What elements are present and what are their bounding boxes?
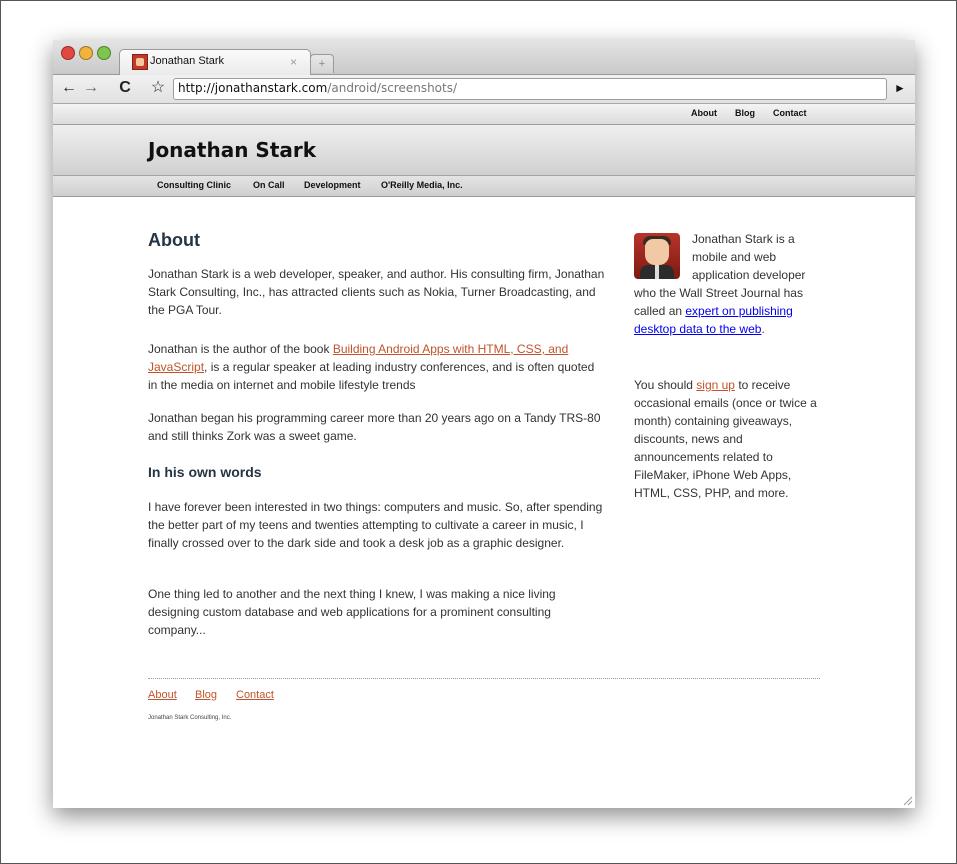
sub-nav: Consulting Clinic On Call Development O'… — [53, 175, 915, 197]
topnav-about-link[interactable]: About — [691, 108, 717, 118]
browser-toolbar: ← → C ☆ http://jonathanstark.com/android… — [53, 75, 915, 104]
footer-about-link[interactable]: About — [148, 689, 177, 701]
about-paragraph-3: Jonathan began his programming career mo… — [148, 411, 601, 443]
about-paragraph-1: Jonathan Stark is a web developer, speak… — [148, 267, 605, 317]
sidebar-bio: Jonathan Stark is a mobile and web appli… — [634, 232, 806, 336]
forward-button[interactable]: → — [80, 77, 102, 99]
topnav-blog-link[interactable]: Blog — [735, 108, 755, 118]
tab-title: Jonathan Stark — [150, 55, 224, 67]
top-nav: About Blog Contact — [53, 104, 915, 125]
about-paragraph-2-lead: Jonathan is the author of the book — [148, 342, 333, 356]
resize-grip-icon[interactable] — [901, 794, 913, 806]
sidebar-signup: You should sign up to receive occasional… — [634, 378, 817, 500]
favicon-icon — [132, 54, 148, 70]
page-menu-button[interactable]: ► — [891, 78, 909, 98]
about-paragraph-2-tail: , is a regular speaker at leading indust… — [148, 360, 595, 392]
browser-tab[interactable]: Jonathan Stark × — [119, 49, 311, 75]
url-host: http://jonathanstark.com — [178, 81, 328, 95]
zoom-window-button[interactable] — [97, 46, 111, 60]
subnav-development-link[interactable]: Development — [304, 180, 361, 190]
address-bar[interactable]: http://jonathanstark.com/android/screens… — [173, 78, 887, 100]
title-bar: Jonathan Stark × + — [53, 40, 915, 75]
url-path: /android/screenshots/ — [327, 81, 458, 95]
reload-button[interactable]: C — [115, 77, 135, 99]
own-words-paragraph-1: I have forever been interested in two th… — [148, 500, 603, 550]
own-words-heading: In his own words — [148, 464, 262, 480]
url-text: http://jonathanstark.com/android/screens… — [178, 81, 457, 95]
copyright-text: Jonathan Stark Consulting, Inc. — [148, 715, 232, 721]
sign-up-link[interactable]: sign up — [696, 378, 735, 392]
tab-close-icon[interactable]: × — [290, 55, 297, 69]
footer-blog-link[interactable]: Blog — [195, 689, 217, 701]
topnav-contact-link[interactable]: Contact — [773, 108, 807, 118]
close-window-button[interactable] — [61, 46, 75, 60]
about-paragraph-2: Jonathan is the author of the book Build… — [148, 340, 606, 394]
site-title[interactable]: Jonathan Stark — [148, 138, 316, 162]
minimize-window-button[interactable] — [79, 46, 93, 60]
footer-divider — [148, 678, 820, 679]
new-tab-button[interactable]: + — [310, 54, 334, 73]
back-button[interactable]: ← — [59, 77, 79, 99]
browser-window: Jonathan Stark × + ← → C ☆ http://jonath… — [53, 40, 915, 808]
subnav-consulting-clinic-link[interactable]: Consulting Clinic — [157, 180, 231, 190]
bookmark-star-icon[interactable]: ☆ — [147, 77, 169, 99]
subnav-oreilly-link[interactable]: O'Reilly Media, Inc. — [381, 180, 463, 190]
masthead: Jonathan Stark — [53, 125, 915, 175]
own-words-paragraph-2: One thing led to another and the next th… — [148, 587, 556, 637]
footer-contact-link[interactable]: Contact — [236, 689, 274, 701]
about-heading: About — [148, 230, 200, 250]
subnav-on-call-link[interactable]: On Call — [253, 180, 285, 190]
